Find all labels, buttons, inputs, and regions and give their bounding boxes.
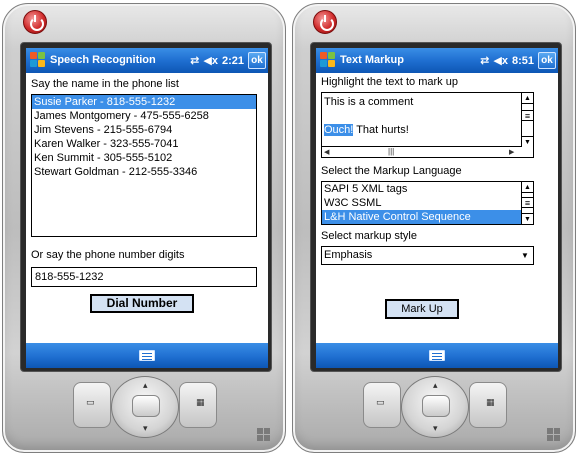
- scroll-down-icon[interactable]: ▼: [522, 213, 533, 224]
- mark-up-button[interactable]: Mark Up: [385, 299, 459, 319]
- content-area: Say the name in the phone list Susie Par…: [26, 73, 268, 343]
- screen: Speech Recognition ⇄ ◀x 2:21 ok Say the …: [26, 48, 268, 368]
- connectivity-icon[interactable]: ⇄: [480, 54, 489, 67]
- scroll-thumb-icon[interactable]: |||: [388, 147, 394, 156]
- title-bar: Text Markup ⇄ ◀x 8:51 ok: [316, 48, 558, 73]
- pocketpc-device-markup: Text Markup ⇄ ◀x 8:51 ok Highlight the t…: [292, 3, 576, 453]
- scroll-left-icon[interactable]: ◀: [324, 148, 329, 156]
- start-menu-icon[interactable]: [320, 52, 336, 68]
- vertical-scrollbar[interactable]: ▲ ≡ ▼: [521, 93, 533, 147]
- content-area: Highlight the text to mark up This is a …: [316, 73, 558, 343]
- language-item[interactable]: L&H Native Control Sequence: [322, 210, 521, 224]
- language-item[interactable]: W3C SSML: [322, 196, 521, 210]
- calendar-hardware-button[interactable]: ▦: [179, 382, 217, 428]
- contact-listbox[interactable]: Susie Parker - 818-555-1232 James Montgo…: [31, 94, 257, 237]
- language-prompt-label: Select the Markup Language: [321, 165, 462, 177]
- scroll-thumb-icon[interactable]: ≡: [522, 110, 533, 121]
- scroll-up-icon[interactable]: ▲: [522, 93, 533, 104]
- dpad-center-button[interactable]: [132, 395, 160, 417]
- speaker-icon[interactable]: ◀x: [493, 54, 508, 67]
- scroll-up-icon[interactable]: ▲: [522, 182, 533, 193]
- window-title: Text Markup: [340, 54, 404, 66]
- highlight-prompt-label: Highlight the text to mark up: [321, 76, 458, 88]
- dpad-down-icon: ▾: [143, 423, 148, 433]
- softkey-bar: [26, 343, 268, 368]
- dpad-center-button[interactable]: [422, 395, 450, 417]
- hardware-keypad: ▭ ▦ ▴ ▾: [73, 376, 217, 446]
- window-title: Speech Recognition: [50, 54, 156, 66]
- screen: Text Markup ⇄ ◀x 8:51 ok Highlight the t…: [316, 48, 558, 368]
- contact-item[interactable]: Ken Summit - 305-555-5102: [32, 151, 256, 165]
- ok-button[interactable]: ok: [248, 52, 266, 69]
- dpad-down-icon: ▾: [433, 423, 438, 433]
- style-prompt-label: Select markup style: [321, 230, 417, 242]
- start-menu-icon[interactable]: [30, 52, 46, 68]
- text-line[interactable]: Ouch! That hurts!: [324, 124, 409, 136]
- scroll-right-icon[interactable]: ▶: [509, 148, 514, 156]
- speaker-icon[interactable]: ◀x: [203, 54, 218, 67]
- plain-text: That hurts!: [353, 124, 409, 136]
- dpad-up-icon: ▴: [433, 380, 438, 390]
- text-line[interactable]: This is a comment: [324, 96, 413, 108]
- name-prompt-label: Say the name in the phone list: [31, 78, 179, 90]
- horizontal-scrollbar[interactable]: ◀ ||| ▶: [322, 146, 521, 157]
- scroll-down-icon[interactable]: ▼: [522, 136, 533, 147]
- directional-pad[interactable]: ▴ ▾: [111, 376, 179, 438]
- title-bar: Speech Recognition ⇄ ◀x 2:21 ok: [26, 48, 268, 73]
- contact-item[interactable]: Susie Parker - 818-555-1232: [32, 95, 256, 109]
- contact-item[interactable]: Jim Stevens - 215-555-6794: [32, 123, 256, 137]
- contacts-hardware-button[interactable]: ▭: [363, 382, 401, 428]
- contacts-card-icon: ▭: [86, 397, 95, 407]
- scroll-thumb-icon[interactable]: ≡: [522, 197, 533, 208]
- power-button-icon[interactable]: [313, 10, 337, 34]
- dial-number-button[interactable]: Dial Number: [90, 294, 194, 313]
- contact-item[interactable]: James Montgomery - 475-555-6258: [32, 109, 256, 123]
- clock[interactable]: 8:51: [512, 55, 534, 67]
- contact-item[interactable]: Karen Walker - 323-555-7041: [32, 137, 256, 151]
- ok-button[interactable]: ok: [538, 52, 556, 69]
- phone-number-field[interactable]: 818-555-1232: [31, 267, 257, 287]
- hardware-keypad: ▭ ▦ ▴ ▾: [363, 376, 507, 446]
- keyboard-icon[interactable]: [139, 350, 155, 361]
- markup-language-listbox[interactable]: SAPI 5 XML tags W3C SSML L&H Native Cont…: [321, 181, 534, 225]
- selected-style: Emphasis: [324, 249, 373, 261]
- directional-pad[interactable]: ▴ ▾: [401, 376, 469, 438]
- softkey-bar: [316, 343, 558, 368]
- status-icons: ⇄ ◀x 8:51: [480, 54, 534, 68]
- connectivity-icon[interactable]: ⇄: [190, 54, 199, 67]
- digits-prompt-label: Or say the phone number digits: [31, 249, 185, 261]
- language-item[interactable]: SAPI 5 XML tags: [322, 182, 521, 196]
- markup-text-area[interactable]: This is a comment Ouch! That hurts! ▲ ≡ …: [321, 92, 534, 158]
- keyboard-icon[interactable]: [429, 350, 445, 361]
- power-button-icon[interactable]: [23, 10, 47, 34]
- calendar-grid-icon: ▦: [486, 397, 495, 407]
- contacts-card-icon: ▭: [376, 397, 385, 407]
- highlighted-text[interactable]: Ouch!: [324, 124, 354, 136]
- windows-key-icon[interactable]: [257, 428, 271, 442]
- calendar-grid-icon: ▦: [196, 397, 205, 407]
- status-icons: ⇄ ◀x 2:21: [190, 54, 244, 68]
- dpad-up-icon: ▴: [143, 380, 148, 390]
- contact-item[interactable]: Stewart Goldman - 212-555-3346: [32, 165, 256, 179]
- contacts-hardware-button[interactable]: ▭: [73, 382, 111, 428]
- windows-key-icon[interactable]: [547, 428, 561, 442]
- vertical-scrollbar[interactable]: ▲ ≡ ▼: [521, 182, 533, 224]
- chevron-down-icon[interactable]: ▼: [519, 247, 531, 264]
- clock[interactable]: 2:21: [222, 55, 244, 67]
- pocketpc-device-speech: Speech Recognition ⇄ ◀x 2:21 ok Say the …: [2, 3, 286, 453]
- calendar-hardware-button[interactable]: ▦: [469, 382, 507, 428]
- markup-style-select[interactable]: Emphasis ▼: [321, 246, 534, 265]
- screen-bezel: Text Markup ⇄ ◀x 8:51 ok Highlight the t…: [310, 42, 562, 372]
- screen-bezel: Speech Recognition ⇄ ◀x 2:21 ok Say the …: [20, 42, 272, 372]
